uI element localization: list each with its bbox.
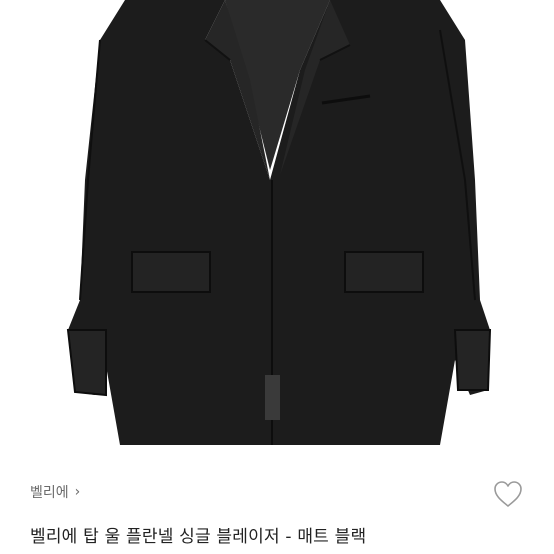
product-image[interactable]: [0, 0, 554, 445]
heart-outline-icon: [494, 481, 522, 507]
chevron-right-icon: ›: [74, 484, 81, 500]
product-info: 벨리에 › 벨리에 탑 울 플란넬 싱글 블레이저 - 매트 블랙: [0, 470, 554, 554]
brand-name: 벨리에: [30, 485, 69, 501]
product-title: 벨리에 탑 울 플란넬 싱글 블레이저 - 매트 블랙: [30, 527, 367, 547]
blazer-photo: [66, 0, 492, 445]
like-button[interactable]: [490, 478, 526, 510]
brand-link[interactable]: 벨리에 ›: [30, 482, 80, 502]
